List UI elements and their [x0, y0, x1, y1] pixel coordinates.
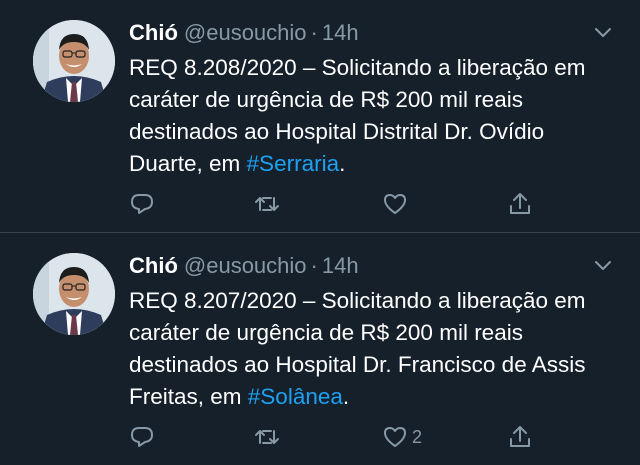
- reply-button[interactable]: [129, 422, 155, 452]
- chevron-down-icon[interactable]: [594, 26, 612, 40]
- author-name[interactable]: Chió: [129, 253, 178, 278]
- share-button[interactable]: [507, 189, 533, 219]
- share-button[interactable]: [507, 422, 533, 452]
- retweet-button[interactable]: [254, 422, 280, 452]
- tweet-text-content: REQ 8.208/2020 – Solicitando a liberação…: [129, 55, 586, 176]
- tweet[interactable]: Chió @eusouchio · 14h REQ 8.208/2020 – Soli…: [0, 0, 640, 233]
- retweet-icon: [255, 197, 279, 211]
- tweet-text: REQ 8.207/2020 – Solicitando a liberação…: [129, 285, 619, 413]
- tweet-actions: 2: [129, 422, 549, 452]
- hashtag-link[interactable]: #Serraria: [247, 151, 340, 176]
- author-name[interactable]: Chió: [129, 20, 178, 45]
- like-icon: [384, 427, 406, 447]
- share-icon: [510, 193, 530, 214]
- reply-icon: [131, 427, 153, 447]
- like-button[interactable]: 2: [382, 422, 422, 452]
- avatar[interactable]: [33, 20, 115, 102]
- like-count: 2: [412, 426, 423, 447]
- reply-button[interactable]: [129, 189, 155, 219]
- retweet-icon: [255, 430, 279, 444]
- tweet-header: Chió @eusouchio · 14h: [129, 251, 640, 281]
- chevron-down-icon[interactable]: [594, 259, 612, 273]
- like-button[interactable]: [382, 189, 412, 219]
- tweet-text-content: REQ 8.207/2020 – Solicitando a liberação…: [129, 288, 586, 409]
- author-handle[interactable]: @eusouchio: [184, 253, 307, 278]
- tweet-actions: [129, 189, 549, 219]
- tweet-header: Chió @eusouchio · 14h: [129, 18, 640, 48]
- tweet-text: REQ 8.208/2020 – Solicitando a liberação…: [129, 52, 619, 180]
- separator: ·: [310, 20, 318, 45]
- timestamp[interactable]: 14h: [322, 253, 359, 278]
- hashtag-link[interactable]: #Solânea: [248, 384, 343, 409]
- retweet-button[interactable]: [254, 189, 280, 219]
- reply-icon: [131, 194, 153, 214]
- timestamp[interactable]: 14h: [322, 20, 359, 45]
- share-icon: [510, 426, 530, 447]
- tweet-text-end: .: [342, 384, 350, 409]
- author-handle[interactable]: @eusouchio: [184, 20, 307, 45]
- tweet[interactable]: Chió @eusouchio · 14h REQ 8.207/2020 – Soli…: [0, 233, 640, 465]
- like-icon: [384, 194, 406, 214]
- separator: ·: [310, 253, 318, 278]
- avatar[interactable]: [33, 253, 115, 335]
- tweet-text-end: .: [339, 151, 346, 176]
